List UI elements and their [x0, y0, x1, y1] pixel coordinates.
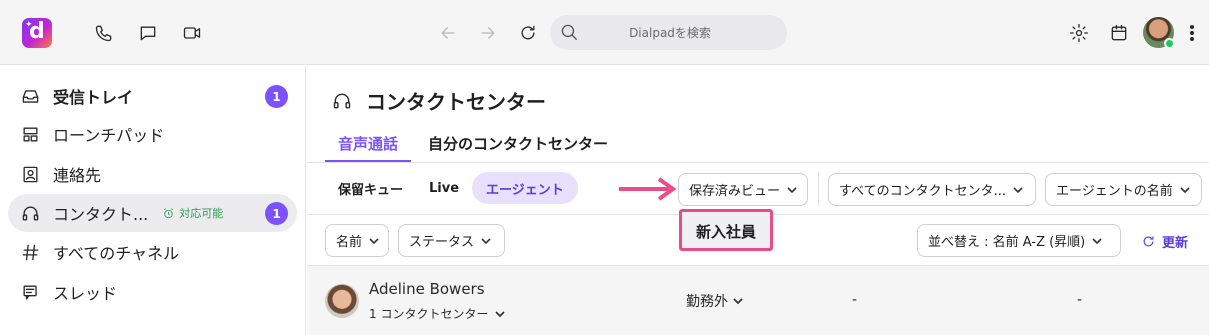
annotation-arrow: [619, 177, 677, 201]
table-cell: -: [852, 292, 858, 308]
sort-label: 並べ替え : 名前 A-Z (昇順): [928, 235, 1086, 250]
search-input[interactable]: [590, 15, 750, 50]
sidebar-item-label: すべてのチャネル: [53, 244, 180, 263]
saved-view-dropdown[interactable]: 保存済みビュー: [678, 173, 808, 206]
sidebar-item-label: 連絡先: [53, 166, 102, 185]
table-cell: -: [1077, 292, 1083, 308]
sidebar-item-inbox[interactable]: 受信トレイ 1: [8, 77, 297, 115]
presence-indicator: [1164, 38, 1175, 49]
forward-arrow-icon[interactable]: [475, 20, 501, 46]
sidebar-item-label: 受信トレイ: [53, 88, 134, 107]
headset-icon: [20, 203, 40, 223]
agent-avatar: [325, 284, 359, 318]
video-icon[interactable]: [179, 20, 205, 46]
sidebar-item-all-channels[interactable]: すべてのチャネル: [8, 233, 297, 271]
page-title: コンタクトセンター: [332, 86, 546, 115]
status-filter-label: ステータス: [409, 235, 475, 250]
threads-icon: [20, 282, 40, 302]
agent-status-dropdown[interactable]: 勤務外: [686, 291, 744, 311]
tab-my-contact-center[interactable]: 自分のコンタクトセンター: [415, 132, 621, 162]
sidebar-item-launchpad[interactable]: ローンチパッド: [8, 115, 297, 153]
refresh-button[interactable]: 更新: [1141, 232, 1188, 251]
launchpad-icon: [20, 124, 40, 144]
sidebar-item-label: スレッド: [53, 284, 118, 303]
sort-dropdown[interactable]: 並べ替え : 名前 A-Z (昇順): [917, 224, 1121, 257]
contact-center-filter-label: すべてのコンタクトセンタ...: [839, 184, 1006, 199]
tab-bar: 音声通話 自分のコンタクトセンター: [325, 132, 625, 162]
sidebar: 受信トレイ 1 ローンチパッド 連絡先 コンタクト... 対応可能 1 すべての…: [0, 66, 306, 335]
agent-name-filter-label: エージェントの名前: [1056, 184, 1173, 199]
chevron-down-icon: [786, 184, 798, 196]
chevron-down-icon: [1179, 184, 1191, 196]
refresh-icon: [1143, 236, 1154, 247]
name-filter-label: 名前: [336, 235, 363, 250]
back-arrow-icon[interactable]: [435, 20, 461, 46]
more-options-icon[interactable]: [1185, 22, 1199, 44]
sub-navigation: 保留キュー Live エージェント: [325, 172, 578, 204]
table-row[interactable]: [307, 265, 1209, 335]
sidebar-item-contacts[interactable]: 連絡先: [8, 155, 297, 193]
reload-icon[interactable]: [515, 20, 541, 46]
contact-center-filter[interactable]: すべてのコンタクトセンタ...: [828, 173, 1036, 206]
agent-contact-centers-label: 1 コンタクトセンター: [369, 307, 489, 321]
agent-status-label: 勤務外: [686, 294, 728, 310]
chevron-down-icon: [733, 298, 743, 305]
sidebar-item-contact-center[interactable]: コンタクト... 対応可能 1: [8, 194, 297, 232]
calendar-icon[interactable]: [1106, 20, 1132, 46]
chevron-down-icon: [480, 235, 492, 247]
settings-icon[interactable]: [1066, 20, 1092, 46]
inbox-icon: [20, 86, 40, 106]
hash-icon: [20, 242, 40, 262]
unread-badge: 1: [265, 202, 288, 225]
availability-label: 対応可能: [179, 207, 224, 220]
top-bar: ✦ d: [0, 0, 1209, 65]
subnav-queue[interactable]: 保留キュー: [325, 172, 416, 204]
availability-status[interactable]: 対応可能: [162, 205, 223, 221]
agent-contact-centers[interactable]: 1 コンタクトセンター: [369, 305, 506, 322]
chevron-down-icon: [1091, 235, 1103, 247]
status-filter[interactable]: ステータス: [398, 224, 505, 257]
agent-name[interactable]: Adeline Bowers: [369, 280, 485, 298]
logo-letter: d: [29, 19, 45, 44]
dialpad-logo[interactable]: ✦ d: [22, 18, 52, 48]
chevron-down-icon: [1012, 184, 1024, 196]
sidebar-item-threads[interactable]: スレッド: [8, 273, 297, 311]
saved-view-tooltip: 新入社員: [679, 209, 773, 251]
subnav-agents[interactable]: エージェント: [472, 172, 578, 204]
page-title-text: コンタクトセンター: [366, 90, 546, 114]
chat-icon[interactable]: [135, 20, 161, 46]
name-filter[interactable]: 名前: [325, 224, 389, 257]
sidebar-item-label: コンタクト...: [53, 205, 149, 224]
unread-badge: 1: [265, 85, 288, 108]
divider: [818, 172, 819, 206]
agent-name-filter[interactable]: エージェントの名前: [1045, 173, 1202, 206]
main-panel: コンタクトセンター 音声通話 自分のコンタクトセンター 保留キュー Live エ…: [307, 66, 1209, 335]
tab-voice-calls[interactable]: 音声通話: [325, 132, 412, 162]
alarm-icon: [164, 207, 174, 218]
chevron-down-icon: [495, 310, 506, 317]
phone-icon[interactable]: [91, 20, 117, 46]
sidebar-item-label: ローンチパッド: [53, 126, 165, 145]
tab-divider: [307, 162, 1209, 163]
tooltip-text: 新入社員: [695, 223, 756, 241]
contacts-icon: [20, 164, 40, 184]
refresh-label: 更新: [1162, 236, 1189, 251]
search-icon: [560, 23, 579, 46]
headset-icon: [333, 93, 351, 108]
chevron-down-icon: [368, 235, 380, 247]
search-bar[interactable]: [550, 15, 787, 50]
saved-view-label: 保存済みビュー: [689, 184, 781, 199]
subnav-live[interactable]: Live: [416, 172, 472, 204]
